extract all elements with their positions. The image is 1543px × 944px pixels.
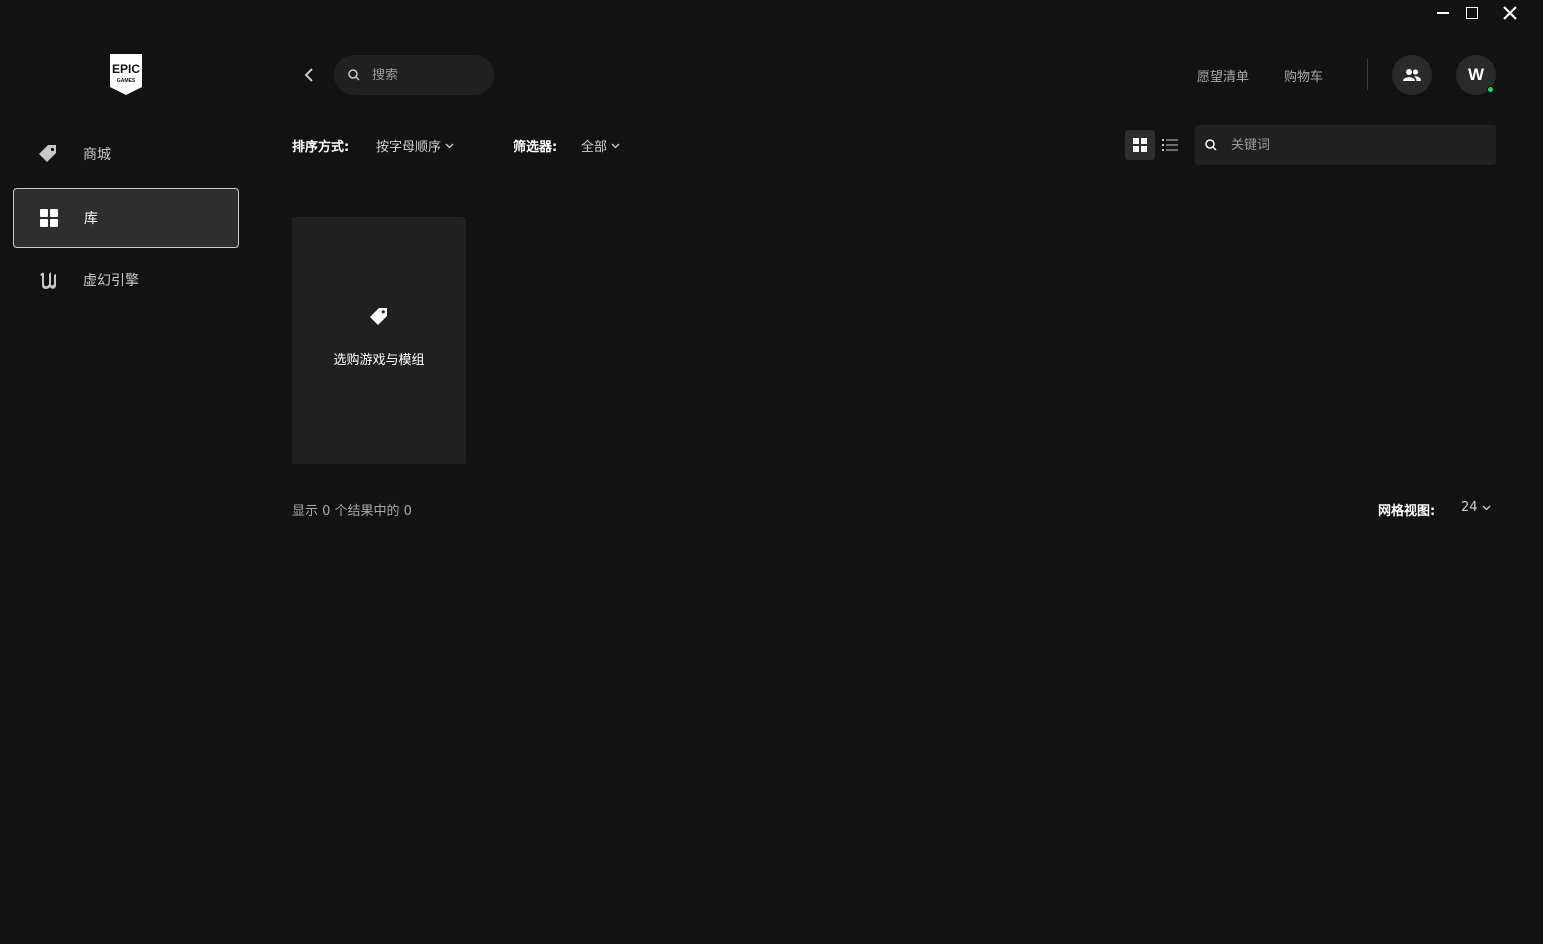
search-icon (348, 66, 360, 85)
close-icon[interactable] (1499, 3, 1521, 23)
friends-icon (1403, 69, 1421, 81)
chevron-left-icon (304, 68, 313, 82)
cart-link[interactable]: 购物车 (1284, 66, 1323, 85)
tag-icon (37, 143, 59, 165)
list-view-button[interactable] (1157, 130, 1183, 160)
list-view-icon (1162, 139, 1178, 151)
filter-dropdown[interactable]: 全部 (581, 136, 620, 155)
wishlist-link[interactable]: 愿望清单 (1197, 66, 1249, 85)
filter-label: 筛选器: (513, 140, 558, 155)
back-button[interactable] (296, 62, 322, 88)
shop-card-label: 选购游戏与模组 (333, 353, 425, 368)
chevron-down-icon (445, 143, 454, 148)
sort-value: 按字母顺序 (376, 140, 442, 155)
result-count: 显示 0 个结果中的 0 (292, 504, 412, 519)
grid-icon (38, 207, 60, 229)
grid-view-button[interactable] (1125, 130, 1155, 160)
filter-value: 全部 (581, 140, 608, 155)
friends-button[interactable] (1392, 55, 1432, 95)
sort-label: 排序方式: (292, 140, 350, 155)
header-divider (1367, 59, 1368, 90)
avatar-letter: W (1467, 65, 1485, 84)
sidebar-item-library[interactable]: 库 (13, 188, 239, 248)
sort-dropdown[interactable]: 按字母顺序 (376, 136, 454, 155)
chevron-down-icon (611, 143, 620, 148)
avatar[interactable]: W (1456, 55, 1496, 95)
logo-text-epic: EPIC (112, 62, 140, 76)
sidebar-item-label: 库 (84, 211, 98, 227)
search-icon (1205, 136, 1217, 155)
grid-view-icon (1133, 138, 1147, 152)
minimize-icon[interactable] (1432, 3, 1454, 23)
unreal-icon (37, 269, 59, 291)
keyword-search[interactable] (1195, 125, 1496, 165)
tag-icon (369, 306, 389, 326)
grid-size-value: 24 (1461, 500, 1478, 515)
chevron-down-icon (1482, 505, 1491, 510)
shop-games-card[interactable]: 选购游戏与模组 (292, 217, 466, 464)
store-search[interactable] (334, 55, 494, 95)
logo-text-games: GAMES (117, 78, 136, 84)
grid-size-dropdown[interactable]: 24 (1461, 500, 1491, 515)
keyword-input[interactable] (1231, 137, 1471, 153)
sidebar-item-label: 商城 (83, 147, 111, 163)
sidebar-item-unreal-engine[interactable]: 虚幻引擎 (13, 250, 239, 310)
maximize-icon[interactable] (1461, 3, 1483, 23)
search-input[interactable] (372, 67, 482, 83)
grid-size-label: 网格视图: (1378, 504, 1436, 519)
epic-games-logo[interactable]: EPIC GAMES (108, 54, 144, 96)
sidebar-item-store[interactable]: 商城 (13, 124, 239, 184)
online-status-dot (1487, 86, 1494, 93)
sidebar-item-label: 虚幻引擎 (83, 273, 139, 289)
